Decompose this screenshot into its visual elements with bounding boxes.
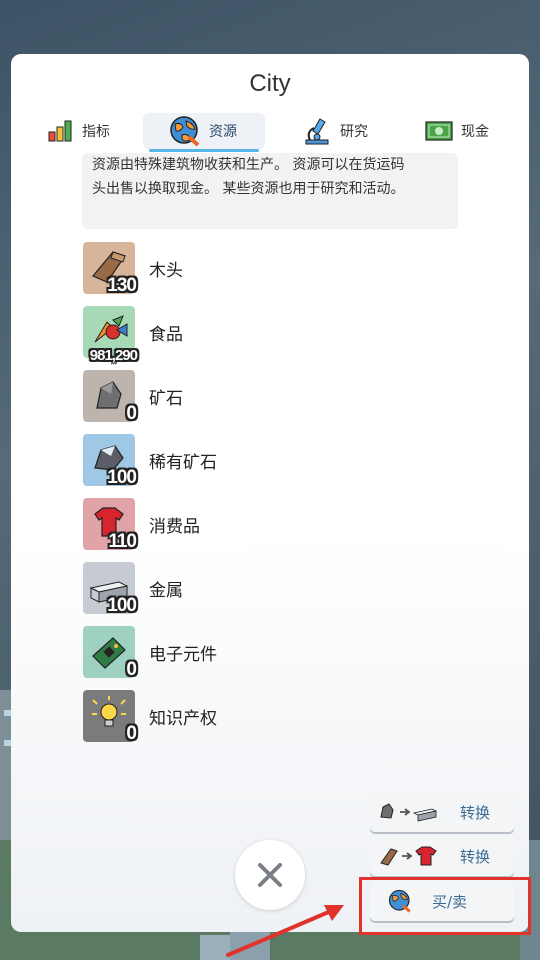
resource-name: 矿石 — [149, 388, 183, 409]
lightbulb-icon: 0 — [83, 690, 137, 744]
list-item: 100 稀有矿石 — [83, 434, 443, 488]
close-icon — [258, 863, 282, 887]
tab-research[interactable]: 研究 — [302, 113, 368, 149]
tab-cash[interactable]: 现金 — [425, 113, 489, 149]
cash-icon — [425, 121, 453, 141]
list-item: 0 知识产权 — [83, 690, 443, 744]
wood-to-goods-icon — [380, 846, 437, 866]
resource-name: 食品 — [149, 324, 183, 345]
tab-cash-label: 现金 — [461, 124, 489, 140]
resource-count: 981,290 — [89, 347, 138, 364]
ore-to-metal-icon — [380, 803, 438, 822]
convert-ore-label: 转换 — [460, 803, 491, 822]
tab-metrics-label: 指标 — [82, 124, 110, 140]
wood-icon: 130 — [83, 242, 137, 296]
description-line-2: 头出售以换取现金。 某些资源也用于研究和活动。 — [92, 181, 405, 197]
tab-resources[interactable]: 资源 — [143, 113, 265, 152]
resource-count: 0 — [126, 659, 137, 680]
resource-count: 100 — [107, 595, 137, 616]
resource-name: 电子元件 — [149, 644, 217, 665]
resource-count: 110 — [108, 531, 137, 552]
metal-icon: 100 — [83, 562, 137, 616]
resource-count: 130 — [107, 275, 137, 296]
list-item: 0 矿石 — [83, 370, 443, 424]
resource-name: 消费品 — [149, 516, 200, 537]
tab-bar: 指标 资源 研究 现金 — [11, 109, 529, 153]
list-item: 130 木头 — [83, 242, 443, 296]
buy-sell-highlight — [359, 877, 531, 935]
convert-wood-button[interactable]: 转换 — [370, 836, 514, 876]
resource-name: 知识产权 — [149, 708, 217, 729]
list-item: 100 金属 — [83, 562, 443, 616]
tab-metrics[interactable]: 指标 — [48, 113, 110, 149]
convert-wood-label: 转换 — [460, 847, 491, 866]
microscope-icon — [305, 118, 329, 145]
list-item: 110 消费品 — [83, 498, 443, 552]
rare-ore-icon: 100 — [83, 434, 137, 488]
list-item: 981,290 食品 — [83, 306, 443, 364]
convert-ore-button[interactable]: 转换 — [370, 792, 514, 832]
resource-name: 金属 — [149, 580, 183, 601]
resource-name: 稀有矿石 — [149, 452, 217, 473]
electronics-icon: 0 — [83, 626, 137, 680]
description-line-1: 资源由特殊建筑物收获和生产。 资源可以在货运码 — [92, 157, 405, 173]
resource-count: 0 — [126, 403, 137, 424]
resource-count: 0 — [126, 723, 137, 744]
list-item: 0 电子元件 — [83, 626, 443, 680]
resource-description: 资源由特殊建筑物收获和生产。 资源可以在货运码 头出售以换取现金。 某些资源也用… — [82, 153, 458, 229]
resource-name: 木头 — [149, 260, 183, 281]
resource-count: 100 — [107, 467, 137, 488]
ore-icon: 0 — [83, 370, 137, 424]
food-icon: 981,290 — [83, 306, 138, 364]
pointer-arrow — [226, 905, 344, 957]
panel-title: City — [249, 70, 291, 97]
tab-resources-label: 资源 — [209, 124, 237, 140]
globe-icon — [170, 116, 200, 147]
bar-chart-icon — [48, 120, 72, 142]
consumer-goods-icon: 110 — [83, 498, 137, 552]
tab-research-label: 研究 — [340, 124, 368, 140]
